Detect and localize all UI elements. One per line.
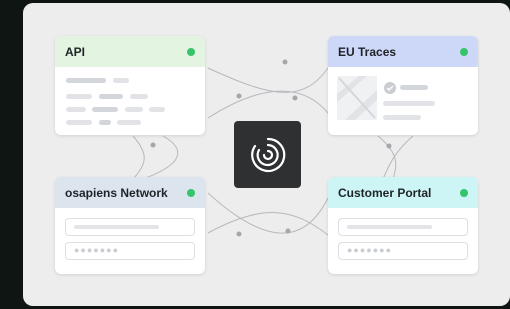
username-field[interactable] bbox=[338, 218, 468, 236]
api-card-body bbox=[55, 67, 205, 135]
status-dot-icon bbox=[460, 47, 468, 56]
placeholder-line bbox=[130, 94, 148, 99]
status-dot-icon bbox=[460, 188, 468, 197]
api-card-title: API bbox=[65, 44, 86, 59]
field-placeholder bbox=[74, 225, 159, 229]
eu-traces-card[interactable]: EU Traces bbox=[328, 36, 478, 135]
osapiens-logo-icon bbox=[250, 137, 285, 172]
customer-portal-card-header: Customer Portal bbox=[328, 177, 478, 208]
osapiens-network-card[interactable]: osapiens Network ●●●●●●● bbox=[55, 177, 205, 274]
osapiens-network-card-header: osapiens Network bbox=[55, 177, 205, 208]
placeholder-line bbox=[125, 107, 143, 112]
placeholder-line bbox=[400, 85, 428, 90]
placeholder-line bbox=[113, 78, 129, 83]
status-dot-icon bbox=[187, 188, 195, 197]
password-mask: ●●●●●●● bbox=[74, 245, 120, 255]
placeholder-line bbox=[66, 94, 92, 99]
username-field[interactable] bbox=[65, 218, 195, 236]
osapiens-network-card-title: osapiens Network bbox=[65, 185, 168, 200]
hub-logo-tile bbox=[234, 121, 301, 188]
status-dot-icon bbox=[187, 47, 195, 56]
customer-portal-card[interactable]: Customer Portal ●●●●●●● bbox=[328, 177, 478, 274]
placeholder-line bbox=[149, 107, 165, 112]
placeholder-line bbox=[383, 101, 435, 106]
check-circle-icon bbox=[384, 82, 396, 94]
eu-traces-card-body bbox=[328, 67, 478, 135]
customer-portal-card-body: ●●●●●●● bbox=[328, 208, 478, 274]
integration-canvas: API EU Traces osapiens Network ●●●●●●● C… bbox=[23, 3, 510, 306]
placeholder-line bbox=[66, 120, 92, 125]
eu-traces-card-title: EU Traces bbox=[338, 44, 397, 59]
placeholder-line bbox=[92, 107, 118, 112]
password-mask: ●●●●●●● bbox=[347, 245, 393, 255]
placeholder-line bbox=[66, 107, 86, 112]
api-card[interactable]: API bbox=[55, 36, 205, 135]
placeholder-line bbox=[66, 78, 106, 83]
map-image-icon bbox=[337, 76, 377, 120]
osapiens-network-card-body: ●●●●●●● bbox=[55, 208, 205, 274]
password-field[interactable]: ●●●●●●● bbox=[65, 242, 195, 260]
placeholder-line bbox=[99, 120, 111, 125]
api-card-header: API bbox=[55, 36, 205, 67]
customer-portal-card-title: Customer Portal bbox=[338, 185, 432, 200]
placeholder-line bbox=[117, 120, 141, 125]
placeholder-line bbox=[383, 115, 421, 120]
field-placeholder bbox=[347, 225, 432, 229]
password-field[interactable]: ●●●●●●● bbox=[338, 242, 468, 260]
eu-traces-card-header: EU Traces bbox=[328, 36, 478, 67]
placeholder-line bbox=[99, 94, 123, 99]
